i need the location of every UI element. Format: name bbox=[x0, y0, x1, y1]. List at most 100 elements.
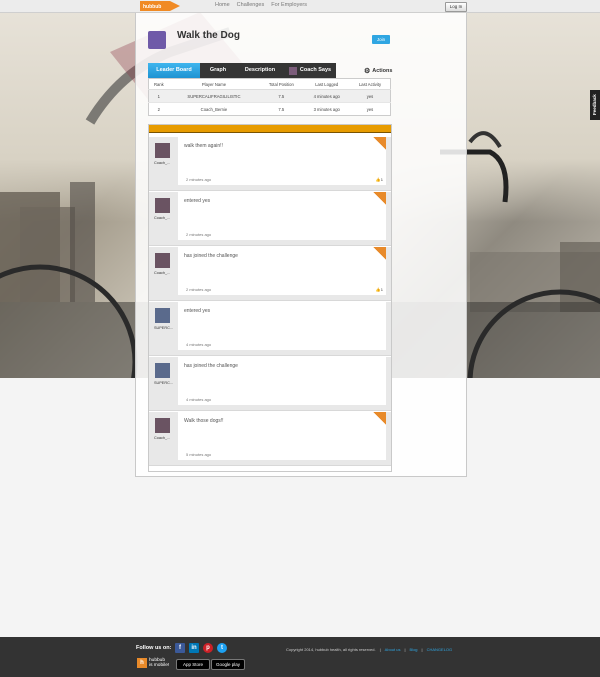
facebook-icon[interactable]: f bbox=[175, 643, 185, 653]
gear-icon: ⚙ bbox=[364, 68, 371, 75]
mobile-text-line2: is mobile! bbox=[149, 663, 170, 668]
avatar[interactable] bbox=[155, 198, 170, 213]
tab-description[interactable]: Description bbox=[236, 63, 284, 78]
post-username[interactable]: Coach_... bbox=[154, 216, 170, 220]
feed-post: Coach_... Walk those dogs!! 5 minutes ag… bbox=[149, 412, 391, 466]
avatar[interactable] bbox=[155, 363, 170, 378]
actions-menu[interactable]: ⚙ Actions bbox=[364, 67, 392, 75]
actions-label: Actions bbox=[372, 68, 393, 74]
like-count: 1 bbox=[380, 287, 383, 292]
activity-feed: Coach_... walk them again!! 2 minutes ag… bbox=[148, 124, 392, 472]
challenge-tabs: Leader Board Graph Description Coach Say… bbox=[148, 63, 336, 78]
tab-coach-says-label: Coach Says bbox=[299, 67, 332, 73]
linkedin-icon[interactable]: in bbox=[189, 643, 199, 653]
cell-total-link[interactable]: 7.5 bbox=[259, 89, 304, 103]
post-username[interactable]: Coach_... bbox=[154, 161, 170, 165]
post-body: Walk those dogs!! 5 minutes ago bbox=[178, 412, 386, 460]
avatar[interactable] bbox=[155, 418, 170, 433]
post-time: 5 minutes ago bbox=[186, 452, 212, 457]
app-store-button[interactable]: App Store bbox=[176, 659, 210, 670]
cell-last-logged: 4 minutes ago bbox=[303, 89, 350, 103]
col-rank[interactable]: Rank bbox=[148, 78, 169, 90]
table-row: 1 SUPERCALIFRAGILILISTIC 7.5 4 minutes a… bbox=[148, 89, 391, 103]
post-message: walk them again!! bbox=[184, 143, 223, 149]
post-message: has joined the challenge bbox=[184, 363, 238, 369]
cell-last-activity: yes bbox=[350, 102, 391, 116]
post-time: 2 minutes ago bbox=[186, 287, 212, 292]
post-username[interactable]: Coach_... bbox=[154, 271, 170, 275]
tab-graph[interactable]: Graph bbox=[200, 63, 236, 78]
feed-post: Coach_... walk them again!! 2 minutes ag… bbox=[149, 137, 391, 191]
cell-last-activity: yes bbox=[350, 89, 391, 103]
like-count: 1 bbox=[380, 177, 383, 182]
avatar[interactable] bbox=[155, 308, 170, 323]
leaderboard-table: Rank Player Name Total Position Last Log… bbox=[148, 78, 391, 116]
col-last-activity[interactable]: Last Activity bbox=[350, 78, 391, 90]
post-body: has joined the challenge 4 minutes ago bbox=[178, 357, 386, 405]
footer-links: Copyright 2014, hubbub health, all right… bbox=[286, 647, 453, 652]
hubbub-mobile-icon: h bbox=[137, 658, 147, 668]
cell-player-link[interactable]: SUPERCALIFRAGILILISTIC bbox=[168, 89, 260, 103]
about-us-link[interactable]: About us bbox=[385, 647, 401, 652]
post-username[interactable]: SUPERC... bbox=[154, 381, 173, 385]
col-player-name[interactable]: Player Name bbox=[168, 78, 260, 90]
post-message: entered yes bbox=[184, 308, 211, 314]
avatar[interactable] bbox=[155, 143, 170, 158]
col-last-logged[interactable]: Last Logged bbox=[303, 78, 350, 90]
cell-player-link[interactable]: Coach_Bernie bbox=[168, 102, 260, 116]
cell-total-link[interactable]: 7.5 bbox=[259, 102, 304, 116]
ribbon-icon bbox=[372, 247, 386, 261]
nav-home[interactable]: Home bbox=[215, 2, 230, 8]
post-body: entered yes 4 minutes ago bbox=[178, 302, 386, 350]
post-body: entered yes 2 minutes ago bbox=[178, 192, 386, 240]
post-message: has joined the challenge bbox=[184, 253, 238, 259]
feed-post: SUPERC... entered yes 4 minutes ago bbox=[149, 302, 391, 356]
leaderboard-header: Rank Player Name Total Position Last Log… bbox=[148, 78, 391, 90]
login-button[interactable]: Log In bbox=[445, 2, 467, 12]
feed-post: Coach_... has joined the challenge 2 min… bbox=[149, 247, 391, 301]
like-control[interactable]: 👍1 bbox=[376, 177, 383, 182]
post-username[interactable]: Coach_... bbox=[154, 436, 170, 440]
like-control[interactable]: 👍1 bbox=[376, 287, 383, 292]
follow-us-label: Follow us on: bbox=[136, 645, 172, 651]
challenge-panel: Walk the Dog Join Leader Board Graph Des… bbox=[135, 13, 467, 477]
feedback-tab[interactable]: Feedback bbox=[590, 90, 600, 120]
post-message: entered yes bbox=[184, 198, 211, 204]
post-time: 2 minutes ago bbox=[186, 177, 212, 182]
changelog-link[interactable]: CHANGELOG bbox=[427, 647, 453, 652]
copyright: Copyright 2014, hubbub health, all right… bbox=[286, 647, 376, 652]
blog-link[interactable]: Blog bbox=[410, 647, 418, 652]
hubbub-logo[interactable]: hubbub bbox=[140, 1, 180, 11]
nav-for-employers[interactable]: For Employers bbox=[271, 2, 307, 8]
post-username[interactable]: SUPERC... bbox=[154, 326, 173, 330]
feed-header-bar bbox=[149, 125, 391, 133]
feed-post: Coach_... entered yes 2 minutes ago bbox=[149, 192, 391, 246]
svg-text:hubbub: hubbub bbox=[143, 4, 161, 10]
tab-leader-board[interactable]: Leader Board bbox=[148, 63, 200, 78]
cell-rank: 2 bbox=[148, 102, 169, 116]
mobile-text: hubbub is mobile! bbox=[149, 658, 169, 668]
feed-post: SUPERC... has joined the challenge 4 min… bbox=[149, 357, 391, 411]
top-bar: hubbub Home Challenges For Employers Log… bbox=[0, 0, 600, 13]
avatar[interactable] bbox=[155, 253, 170, 268]
post-body: walk them again!! 2 minutes ago 👍1 bbox=[178, 137, 386, 185]
ribbon-icon bbox=[372, 137, 386, 151]
cell-last-logged: 3 minutes ago bbox=[303, 102, 350, 116]
post-body: has joined the challenge 2 minutes ago 👍… bbox=[178, 247, 386, 295]
cell-rank: 1 bbox=[148, 89, 169, 103]
coach-avatar-icon bbox=[288, 66, 297, 75]
google-play-button[interactable]: Google play bbox=[211, 659, 245, 670]
join-button[interactable]: Join bbox=[372, 35, 390, 44]
pinterest-icon[interactable]: p bbox=[203, 643, 213, 653]
post-time: 4 minutes ago bbox=[186, 397, 212, 402]
post-time: 2 minutes ago bbox=[186, 232, 212, 237]
ribbon-icon bbox=[372, 412, 386, 426]
nav-challenges[interactable]: Challenges bbox=[237, 2, 265, 8]
challenge-icon bbox=[148, 31, 166, 49]
post-time: 4 minutes ago bbox=[186, 342, 212, 347]
footer: Follow us on: f in p t h hubbub is mobil… bbox=[0, 637, 600, 677]
challenge-title: Walk the Dog bbox=[177, 30, 240, 41]
col-total-position[interactable]: Total Position bbox=[259, 78, 304, 90]
twitter-icon[interactable]: t bbox=[217, 643, 227, 653]
tab-coach-says[interactable]: Coach Says bbox=[284, 63, 336, 78]
